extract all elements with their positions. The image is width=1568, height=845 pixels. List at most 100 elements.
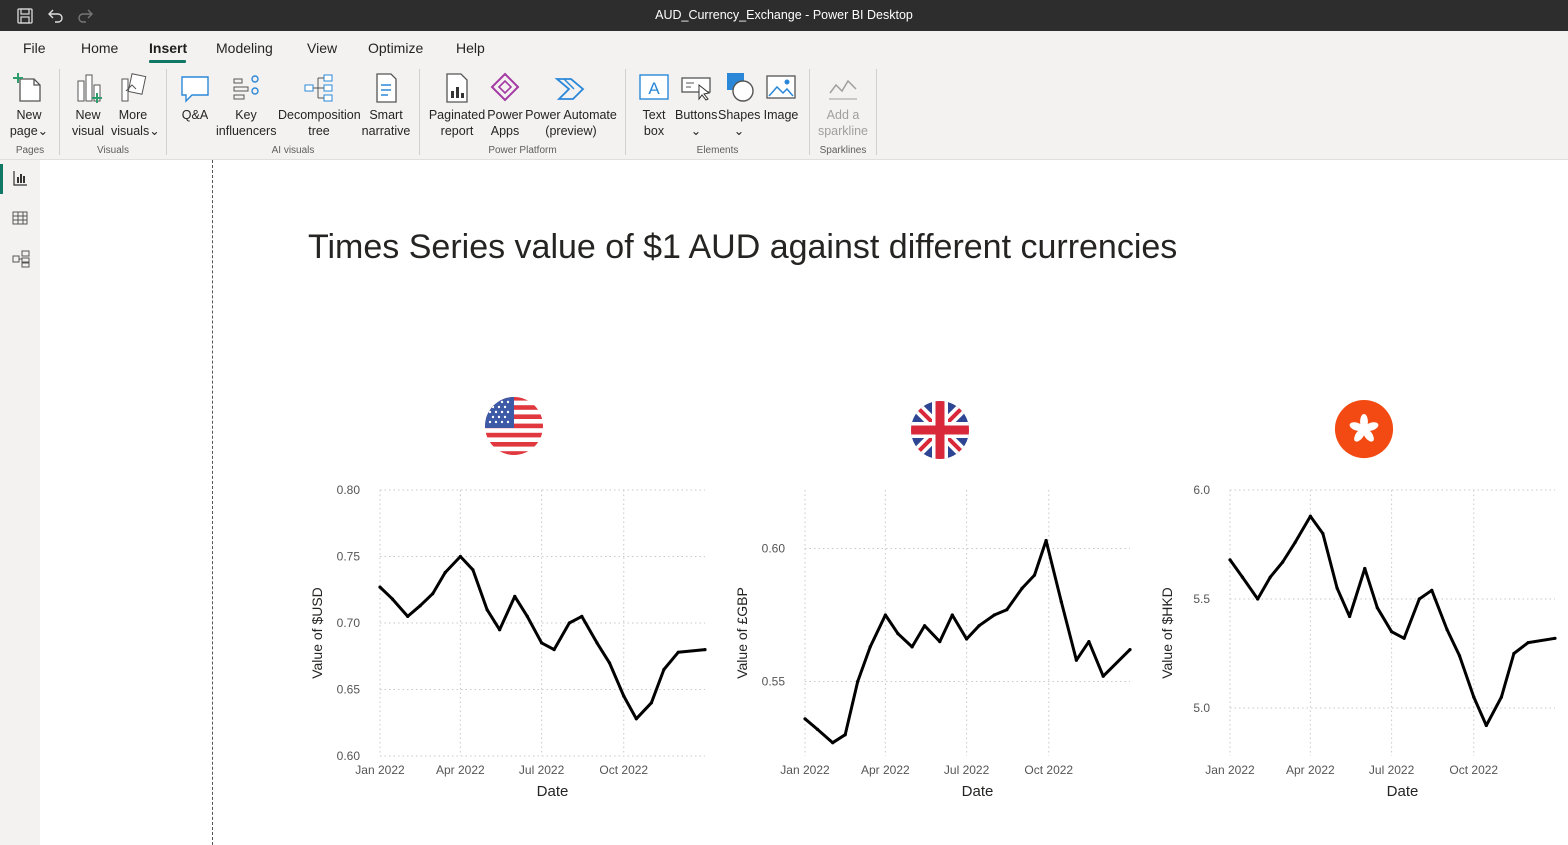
data-point xyxy=(1020,586,1024,590)
x-axis-title: Date xyxy=(537,783,569,800)
us-flag-icon[interactable] xyxy=(484,396,544,456)
page-boundary xyxy=(212,160,213,845)
y-tick-label: 5.5 xyxy=(1193,592,1210,606)
data-point xyxy=(868,645,872,649)
y-tick-label: 0.60 xyxy=(337,749,361,763)
data-point xyxy=(1005,608,1009,612)
data-point xyxy=(938,640,942,644)
tab-view[interactable]: View xyxy=(307,40,337,56)
paginated-report-icon xyxy=(446,73,468,103)
decomposition-tree-label-2: tree xyxy=(308,124,330,138)
report-view-button[interactable] xyxy=(0,160,40,196)
data-point xyxy=(856,679,860,684)
more-visuals-label-1: More xyxy=(118,108,148,122)
shapes-button[interactable]: Shapes ⌄ xyxy=(718,71,760,139)
data-point xyxy=(815,727,820,731)
add-sparkline-button[interactable]: Add a sparkline xyxy=(815,71,871,139)
data-point xyxy=(896,632,900,636)
group-label-pages: Pages xyxy=(15,145,45,156)
key-influencers-label-1: Key xyxy=(235,108,257,122)
data-point xyxy=(580,614,584,618)
x-axis-title: Date xyxy=(1387,783,1419,800)
key-influencers-icon xyxy=(233,75,259,100)
y-axis-title: Value of $USD xyxy=(309,587,325,679)
tab-help[interactable]: Help xyxy=(456,40,485,56)
ribbon-separator xyxy=(419,69,420,155)
group-label-ai-visuals: AI visuals xyxy=(271,145,315,156)
data-point xyxy=(1087,640,1091,644)
model-view-button[interactable] xyxy=(0,240,40,276)
report-title[interactable]: Times Series value of $1 AUD against dif… xyxy=(308,228,1177,267)
data-point xyxy=(910,645,914,649)
key-influencers-button[interactable]: Key influencers xyxy=(216,71,276,139)
new-visual-icon xyxy=(77,74,102,103)
chevron-down-icon: ⌄ xyxy=(733,124,745,138)
chevron-down-icon: ⌄ xyxy=(149,124,160,138)
text-box-icon: A xyxy=(639,74,669,100)
x-tick-label: Jan 2022 xyxy=(780,763,830,777)
buttons-button[interactable]: Buttons ⌄ xyxy=(675,71,717,139)
power-automate-icon xyxy=(554,78,585,100)
shapes-label: Shapes xyxy=(718,108,761,122)
data-point xyxy=(1348,614,1352,619)
data-point xyxy=(803,717,807,721)
y-tick-label: 0.70 xyxy=(337,616,361,630)
data-point xyxy=(703,648,707,652)
data-point xyxy=(1128,648,1132,652)
data-point xyxy=(471,568,475,572)
buttons-icon xyxy=(681,77,711,101)
text-box-button[interactable]: A Text box xyxy=(635,71,673,139)
table-view-button[interactable] xyxy=(0,200,40,236)
y-tick-label: 0.75 xyxy=(337,550,361,564)
image-icon xyxy=(766,75,796,99)
data-point xyxy=(1101,674,1105,678)
qna-button[interactable]: Q&A xyxy=(174,71,216,123)
smart-narrative-button[interactable]: Smart narrative xyxy=(361,71,411,139)
new-visual-button[interactable]: New visual xyxy=(66,71,110,139)
uk-flag-icon[interactable] xyxy=(910,400,970,460)
new-page-button[interactable]: New page⌄ xyxy=(6,71,52,139)
power-automate-label-2: (preview) xyxy=(545,124,597,138)
paginated-report-button[interactable]: Paginated report xyxy=(428,71,486,139)
power-apps-button[interactable]: Power Apps xyxy=(484,71,526,139)
ribbon: New page⌄ Pages New visual More visuals⌄… xyxy=(0,65,1568,160)
decomposition-tree-icon xyxy=(304,74,333,102)
data-point xyxy=(883,613,887,617)
new-page-label-2: page xyxy=(9,124,38,138)
data-point xyxy=(418,604,422,608)
gbp-line-chart[interactable]: 0.55 0.60 Jan 2022 Apr 2022 Jul 2022 Oct 2022… xyxy=(730,478,1140,803)
more-visuals-label-2: visuals xyxy=(111,124,150,138)
series-line xyxy=(378,555,706,721)
tab-home[interactable]: Home xyxy=(81,40,118,56)
ribbon-separator xyxy=(625,69,626,155)
usd-chart-svg: 0.60 0.65 0.70 0.75 0.80 Jan 2022 Apr 2022 Jul … xyxy=(309,483,707,800)
more-visuals-button[interactable]: More visuals⌄ xyxy=(111,71,160,139)
usd-line-chart[interactable]: 0.60 0.65 0.70 0.75 0.80 Jan 2022 Apr 2022 Jul … xyxy=(305,478,715,803)
power-automate-button[interactable]: Power Automate (preview) xyxy=(525,71,617,139)
smart-narrative-label-1: Smart xyxy=(369,108,403,122)
data-point xyxy=(1375,606,1379,610)
chevron-down-icon: ⌄ xyxy=(37,124,49,138)
view-switcher xyxy=(0,160,40,845)
hkd-line-chart[interactable]: 5.0 5.5 6.0 Jan 2022 Apr 2022 Jul 2022 Oct 202… xyxy=(1155,478,1565,803)
x-tick-label: Oct 2022 xyxy=(1024,763,1073,777)
svg-text:A: A xyxy=(648,79,660,98)
tab-modeling[interactable]: Modeling xyxy=(216,40,273,56)
data-point xyxy=(1417,597,1421,601)
more-visuals-icon xyxy=(121,73,147,102)
new-visual-label-2: visual xyxy=(72,124,104,138)
tab-optimize[interactable]: Optimize xyxy=(368,40,423,56)
menu-bar: File Home Insert Modeling View Optimize … xyxy=(0,31,1568,65)
x-tick-label: Apr 2022 xyxy=(1286,763,1335,777)
hk-flag-icon[interactable] xyxy=(1334,399,1394,459)
data-point xyxy=(1044,538,1048,543)
series-line xyxy=(804,539,1132,745)
decomposition-tree-button[interactable]: Decomposition tree xyxy=(278,71,361,139)
tab-insert[interactable]: Insert xyxy=(149,40,187,56)
data-point xyxy=(485,608,489,612)
x-tick-label: Oct 2022 xyxy=(1449,763,1498,777)
tab-file[interactable]: File xyxy=(23,40,46,56)
model-view-icon xyxy=(12,250,30,268)
image-button[interactable]: Image xyxy=(761,71,801,123)
data-point xyxy=(1484,723,1488,728)
